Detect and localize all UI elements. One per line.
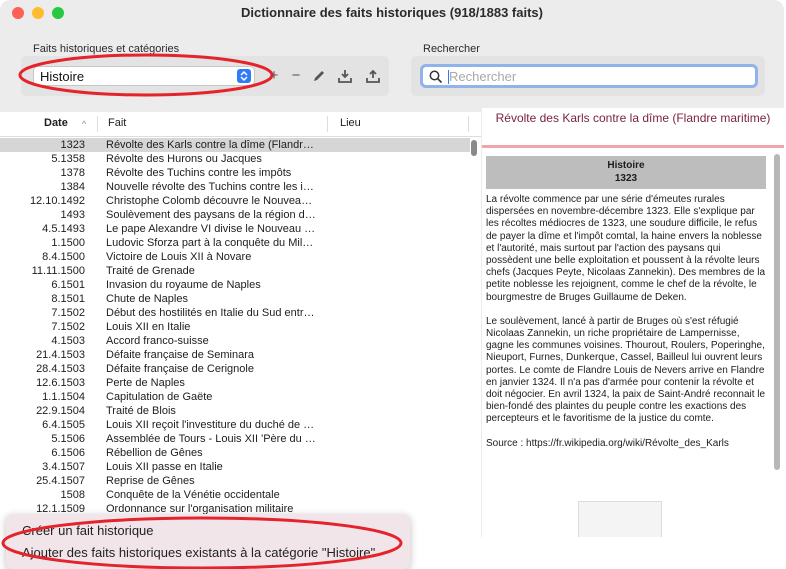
annotation-overlay [1,53,403,569]
annotation-circle-menu [1,516,403,569]
annotation-circle-category [18,53,274,97]
